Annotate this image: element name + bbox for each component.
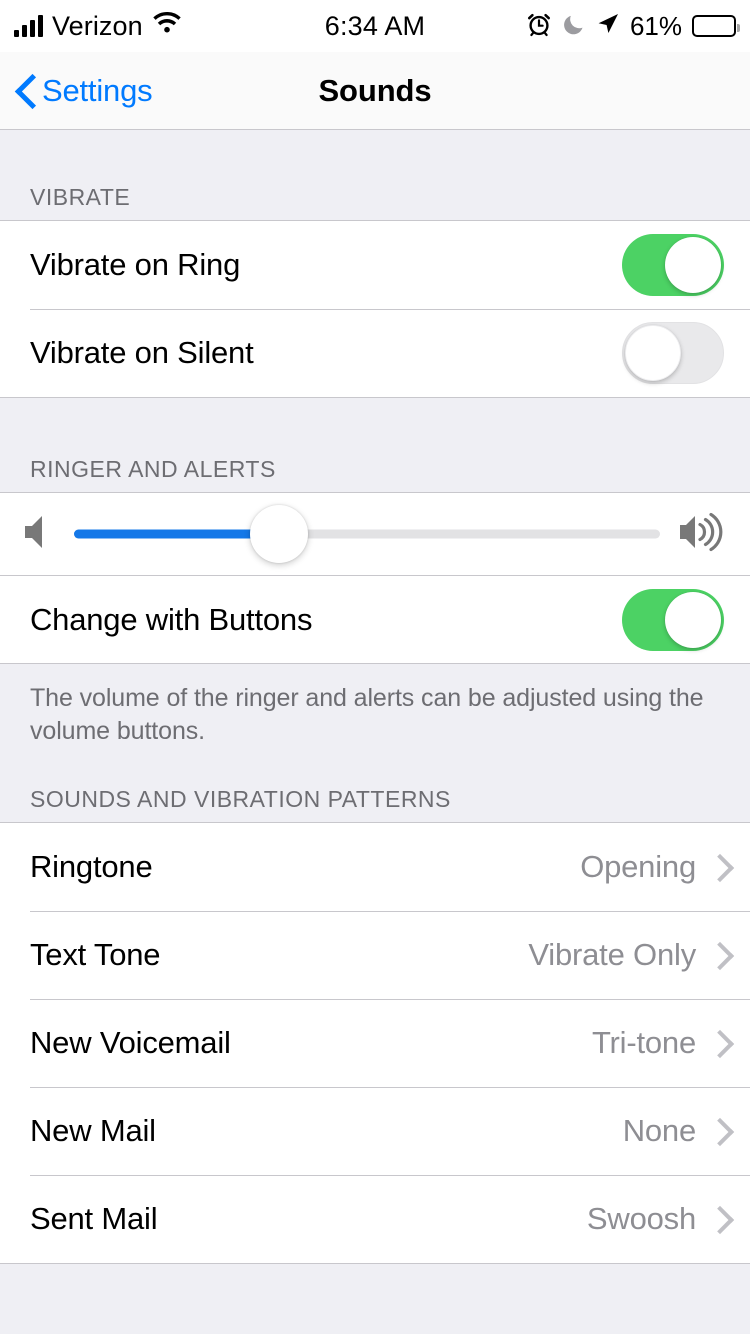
ringer-section-spacer — [0, 398, 750, 456]
section-header-ringer-and-alerts: RINGER AND ALERTS — [30, 456, 276, 482]
toggle-vibrate-on-ring[interactable] — [622, 234, 724, 296]
row-vibrate-on-ring[interactable]: Vibrate on Ring — [0, 221, 750, 309]
row-accessory — [622, 322, 724, 384]
row-ringtone[interactable]: Ringtone Opening — [0, 823, 750, 911]
back-button-label: Settings — [42, 72, 153, 108]
row-detail-value: Opening — [580, 849, 696, 884]
location-arrow-icon — [596, 12, 620, 41]
settings-sounds-screen: Verizon 6:34 AM 61% Settings Sounds VIBR… — [0, 0, 750, 1334]
back-button[interactable]: Settings — [0, 72, 153, 109]
chevron-right-icon — [710, 1119, 724, 1143]
row-label: Sent Mail — [30, 1201, 158, 1236]
row-accessory: None — [623, 1113, 724, 1149]
slider-thumb[interactable] — [250, 505, 309, 563]
toggle-vibrate-on-silent[interactable] — [622, 322, 724, 384]
section-header-sounds-and-vibration-patterns: SOUNDS AND VIBRATION PATTERNS — [30, 786, 451, 812]
row-label: Text Tone — [30, 937, 161, 972]
row-label: Vibrate on Ring — [30, 247, 241, 282]
row-accessory: Vibrate Only — [528, 937, 724, 973]
row-new-mail[interactable]: New Mail None — [0, 1087, 750, 1175]
row-detail-value: Vibrate Only — [528, 937, 696, 972]
ringer-volume-slider[interactable] — [74, 503, 660, 565]
toggle-knob — [665, 237, 721, 293]
chevron-right-icon — [710, 1207, 724, 1231]
row-accessory — [622, 588, 724, 651]
crescent-moon-icon — [562, 12, 586, 41]
row-label: Change with Buttons — [30, 601, 313, 637]
row-label: New Mail — [30, 1113, 156, 1148]
speaker-high-icon — [678, 510, 726, 559]
battery-icon — [692, 15, 740, 37]
chevron-left-icon — [16, 75, 34, 106]
alarm-clock-icon — [526, 11, 552, 42]
row-accessory — [622, 234, 724, 296]
slider-fill — [74, 529, 280, 539]
row-accessory: Swoosh — [587, 1201, 724, 1237]
speaker-low-icon — [22, 511, 60, 558]
battery-percent-label: 61% — [629, 10, 682, 41]
row-label: Ringtone — [30, 849, 153, 884]
navigation-bar: Settings Sounds — [0, 52, 750, 130]
sounds-patterns-group: Ringtone Opening Text Tone Vibrate Only … — [0, 822, 750, 1264]
row-accessory: Opening — [580, 849, 724, 885]
status-bar-right: 61% — [526, 10, 740, 42]
row-ringer-volume — [0, 493, 750, 575]
row-detail-value: Tri-tone — [591, 1025, 696, 1060]
ringer-group: Change with Buttons — [0, 492, 750, 664]
vibrate-section-spacer — [0, 130, 750, 184]
row-change-with-buttons[interactable]: Change with Buttons — [0, 575, 750, 663]
chevron-right-icon — [710, 943, 724, 967]
row-label: Vibrate on Silent — [30, 335, 254, 370]
row-accessory: Tri-tone — [592, 1025, 724, 1061]
row-text-tone[interactable]: Text Tone Vibrate Only — [0, 911, 750, 999]
row-detail-value: Swoosh — [586, 1201, 696, 1236]
row-new-voicemail[interactable]: New Voicemail Tri-tone — [0, 999, 750, 1087]
toggle-knob — [665, 591, 721, 648]
toggle-knob — [625, 325, 681, 381]
chevron-right-icon — [710, 855, 724, 879]
vibrate-group: Vibrate on Ring Vibrate on Silent — [0, 220, 750, 398]
chevron-right-icon — [710, 1031, 724, 1055]
row-label: New Voicemail — [30, 1025, 231, 1060]
row-sent-mail[interactable]: Sent Mail Swoosh — [0, 1175, 750, 1263]
sounds-section-spacer — [0, 748, 750, 786]
section-header-vibrate: VIBRATE — [30, 184, 131, 210]
status-bar: Verizon 6:34 AM 61% — [0, 0, 750, 52]
row-vibrate-on-silent[interactable]: Vibrate on Silent — [0, 309, 750, 397]
row-detail-value: None — [622, 1113, 697, 1148]
ringer-footer-note: The volume of the ringer and alerts can … — [30, 684, 704, 745]
toggle-change-with-buttons[interactable] — [622, 588, 724, 651]
